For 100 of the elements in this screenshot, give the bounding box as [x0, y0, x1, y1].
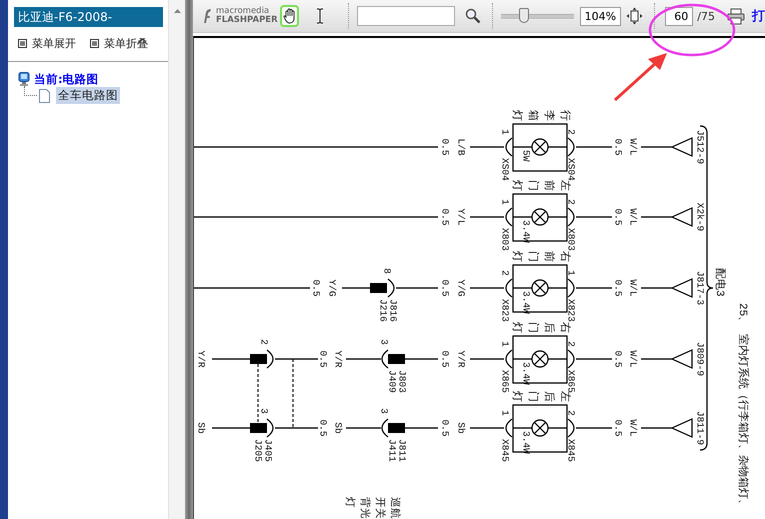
wire-label: 0.5: [318, 350, 328, 368]
wire-label: W/L: [628, 279, 638, 297]
connector-code: X823: [500, 299, 510, 322]
wire-label: W/L: [628, 138, 638, 156]
socket-arc: [505, 278, 512, 298]
connector-code: X845: [566, 439, 576, 462]
terminal-label: X2k-9: [694, 202, 706, 232]
pin-number: 3: [258, 408, 270, 414]
wire-line: [212, 427, 250, 429]
socket-arc: [505, 350, 512, 368]
connector-code: J411: [386, 439, 398, 462]
menu-item[interactable]: 菜单折叠: [90, 36, 148, 51]
wire-label: Y/R: [196, 350, 206, 368]
wire-line: [641, 358, 672, 360]
switch-label: 巡航开关背光灯: [344, 497, 401, 519]
connector-code: J816: [388, 299, 398, 322]
lamp-symbol: [512, 264, 568, 313]
menu-label: 菜单折叠: [104, 36, 148, 51]
connector-code: J205: [252, 439, 264, 462]
wire-line: [576, 287, 612, 289]
connector-code: J405: [262, 439, 274, 462]
socket-arc: [266, 350, 274, 368]
pin-number: 3: [378, 408, 390, 414]
logo-text: FLASHPAPER: [216, 16, 278, 25]
diagram-title: 25、 室内灯系统（行李箱灯、杂物箱灯、: [736, 303, 748, 510]
socket-arc: [381, 350, 388, 368]
lamp-symbol: [512, 193, 568, 242]
document-icon: [39, 88, 50, 102]
terminal-triangle: [670, 349, 693, 369]
wire-label: Sb: [456, 422, 466, 434]
pin-number: 2: [566, 129, 576, 135]
tree-item[interactable]: 当前:电路图: [18, 72, 168, 87]
menu-label: 菜单展开: [32, 36, 76, 51]
lamp-symbol: [512, 404, 568, 453]
lamp-name: 左前门灯: [512, 180, 572, 191]
socket-arc: [381, 418, 388, 438]
pin-number: 2: [566, 410, 576, 416]
socket-arc: [568, 138, 575, 156]
search-field[interactable]: [356, 6, 455, 26]
plug-symbol: [250, 354, 267, 364]
socket-arc: [505, 208, 512, 226]
hand-tool-button[interactable]: [280, 5, 299, 27]
wire-line: [576, 358, 612, 360]
connector-code: X803: [500, 228, 510, 251]
connector-code: X803: [566, 228, 576, 251]
pin-number: 8: [382, 268, 392, 274]
wire-line: [346, 427, 381, 429]
scrollbar[interactable]: [168, 0, 185, 519]
wire-label: Y/R: [456, 350, 466, 368]
wire-label: 0.5: [310, 279, 322, 297]
fit-page-button[interactable]: [626, 7, 644, 25]
wire-label: Y/G: [456, 279, 466, 297]
terminal-label: J817-3: [694, 270, 706, 306]
text-cursor-icon: [316, 8, 324, 24]
wire-label: Sb: [196, 422, 206, 434]
wire-line: [470, 287, 504, 289]
wire-label: W/L: [628, 419, 638, 437]
pin-number: 1: [500, 129, 510, 135]
print-button[interactable]: [727, 8, 745, 24]
wattage-label: 3.4W: [520, 220, 532, 243]
wire-label: Y/G: [326, 279, 338, 297]
pin-number: 2: [566, 341, 576, 347]
pin-number: 1: [500, 199, 510, 205]
terminal-label: J512-9: [694, 130, 706, 164]
pointer-arrow: [614, 53, 667, 102]
plug-symbol: [250, 423, 267, 433]
print-label[interactable]: 打: [752, 7, 765, 25]
socket-arc: [266, 418, 274, 438]
wire-line: [576, 427, 612, 429]
zoom-field[interactable]: 104%: [580, 6, 622, 26]
scroll-up-icon[interactable]: [174, 9, 180, 13]
terminal-triangle: [670, 278, 693, 298]
wire-label: Y/L: [456, 208, 466, 226]
wire-label: 0.5: [612, 419, 624, 437]
page-total: /75: [697, 10, 715, 22]
tree-item[interactable]: 全车电路图: [56, 87, 120, 104]
connector-code: J409: [386, 370, 398, 393]
page-field[interactable]: 60: [665, 6, 694, 26]
wattage-label: 3.4W: [520, 362, 532, 385]
lamp-name: 左后门灯: [512, 391, 572, 402]
wire-label: W/L: [628, 208, 638, 226]
panel-title: 比亚迪-F6-2008-: [14, 7, 163, 27]
slider-thumb[interactable]: [519, 8, 530, 23]
socket-arc: [505, 138, 512, 156]
search-button[interactable]: [464, 8, 481, 24]
wire-line: [470, 216, 504, 218]
wire-label: 0.5: [612, 208, 624, 226]
socket-arc: [568, 418, 575, 438]
terminal-triangle: [670, 418, 693, 438]
plug-symbol: [370, 283, 387, 293]
menu-item[interactable]: 菜单展开: [18, 36, 76, 51]
printer-icon: [727, 8, 745, 24]
list-icon: [90, 39, 99, 48]
wire-label: Y/R: [332, 350, 344, 368]
wire-label: L/B: [456, 138, 466, 156]
wire-line: [470, 358, 504, 360]
wire-line: [576, 216, 612, 218]
search-icon: [464, 8, 481, 24]
lamp-name: 右前门灯: [512, 251, 572, 262]
wire-line: [396, 287, 438, 289]
